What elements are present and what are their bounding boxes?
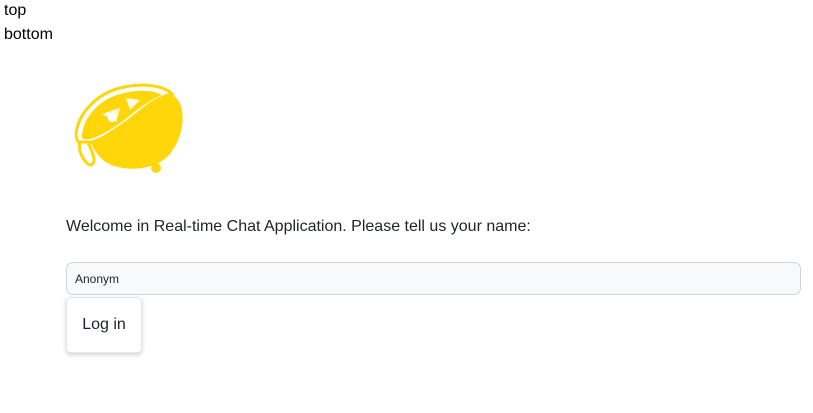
debug-bottom-label: bottom [4,26,53,43]
name-input[interactable] [66,262,801,295]
login-button[interactable]: Log in [66,297,142,353]
welcome-message: Welcome in Real-time Chat Application. P… [66,218,531,235]
lemon-logo-icon [72,78,186,174]
debug-top-label: top [4,2,27,19]
